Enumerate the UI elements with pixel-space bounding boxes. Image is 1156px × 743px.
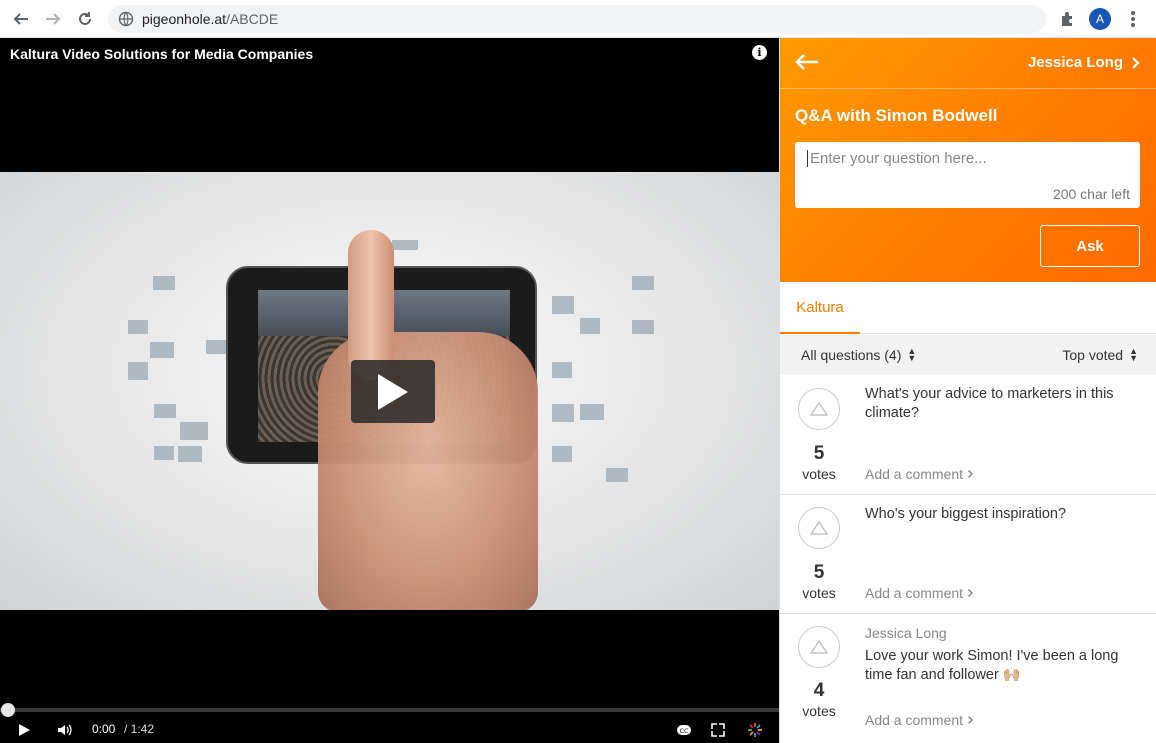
char-counter: 200 char left <box>1052 186 1130 202</box>
votes-label: votes <box>802 585 836 601</box>
user-profile-link[interactable]: Jessica Long <box>1028 54 1140 71</box>
arrow-left-icon <box>13 12 28 25</box>
kaltura-logo-button[interactable] <box>747 722 763 743</box>
back-arrow-icon[interactable] <box>794 52 820 72</box>
captions-button[interactable]: CC <box>676 722 692 743</box>
duration: / 1:42 <box>124 722 155 736</box>
puzzle-extension-icon[interactable] <box>1059 10 1077 28</box>
finger-illustration <box>348 230 394 380</box>
votes-label: votes <box>802 703 836 719</box>
fullscreen-icon <box>711 723 725 737</box>
question-text: Love your work Simon! I've been a long t… <box>865 648 1119 683</box>
progress-knob[interactable] <box>1 703 15 717</box>
play-icon <box>19 724 30 736</box>
tab-kaltura[interactable]: Kaltura <box>780 282 860 334</box>
header-divider <box>780 88 1156 89</box>
filter-label: All questions (4) <box>801 347 902 363</box>
question-author: Jessica Long <box>865 625 947 641</box>
vote-count: 5 <box>813 443 825 464</box>
qa-panel: Jessica Long Q&A with Simon Bodwell 200 … <box>779 38 1156 743</box>
current-time: 0:00 <box>92 722 116 736</box>
question-item: 4 votes Jessica Long Love your work Simo… <box>780 614 1156 743</box>
volume-icon <box>58 724 72 736</box>
session-title: Q&A with Simon Bodwell <box>795 106 998 125</box>
address-bar[interactable]: pigeonhole.at/ABCDE <box>108 5 1046 33</box>
sort-arrows-icon: ▲ ▼ <box>907 346 917 363</box>
forward-button[interactable] <box>42 8 64 30</box>
add-comment-label: Add a comment <box>865 585 964 601</box>
play-icon <box>378 373 408 410</box>
user-name: Jessica Long <box>1027 54 1123 71</box>
question-text: What's your advice to marketers in this … <box>865 386 1114 421</box>
profile-avatar[interactable]: A <box>1089 8 1111 30</box>
sort-arrows-icon: ▲ ▼ <box>1129 346 1138 363</box>
sort-dropdown[interactable]: Top voted ▲ ▼ <box>1062 346 1138 364</box>
globe-icon <box>118 11 134 27</box>
progress-bar[interactable] <box>0 708 779 712</box>
url-path: /ABCDE <box>226 11 279 27</box>
votes-label: votes <box>802 466 836 482</box>
video-title: Kaltura Video Solutions for Media Compan… <box>10 46 314 62</box>
vote-count: 5 <box>813 562 825 583</box>
browser-menu-icon[interactable] <box>1126 10 1140 28</box>
upvote-triangle-icon <box>809 639 829 654</box>
add-comment-link[interactable]: Add a comment <box>865 585 974 601</box>
url-host: pigeonhole.at <box>142 11 227 27</box>
video-player[interactable]: Kaltura Video Solutions for Media Compan… <box>0 38 779 743</box>
info-icon[interactable]: i <box>752 45 767 60</box>
question-input[interactable] <box>807 150 1127 167</box>
add-comment-label: Add a comment <box>865 466 964 482</box>
chevron-right-icon <box>968 588 974 598</box>
reload-button[interactable] <box>74 8 96 30</box>
question-filter-dropdown[interactable]: All questions (4) ▲ ▼ <box>801 346 917 364</box>
add-comment-label: Add a comment <box>865 712 964 728</box>
upvote-button[interactable] <box>798 626 840 668</box>
url-text: pigeonhole.at/ABCDE <box>142 11 278 27</box>
sort-label: Top voted <box>1062 347 1124 363</box>
volume-button[interactable] <box>56 722 72 743</box>
arrow-right-icon <box>46 12 61 25</box>
add-comment-link[interactable]: Add a comment <box>865 712 974 728</box>
upvote-triangle-icon <box>809 520 829 535</box>
vote-count: 4 <box>813 680 825 701</box>
closed-captions-icon: CC <box>677 725 691 735</box>
back-button[interactable] <box>10 8 32 30</box>
reload-icon <box>79 11 91 25</box>
big-play-button[interactable] <box>351 360 435 423</box>
qa-header: Jessica Long Q&A with Simon Bodwell 200 … <box>780 38 1156 282</box>
upvote-button[interactable] <box>798 388 840 430</box>
play-button[interactable] <box>16 722 32 743</box>
question-box: 200 char left <box>795 142 1140 208</box>
video-frame[interactable] <box>0 172 779 610</box>
add-comment-link[interactable]: Add a comment <box>865 466 974 482</box>
filter-bar: All questions (4) ▲ ▼ Top voted ▲ ▼ <box>780 335 1156 375</box>
question-text: Who's your biggest inspiration? <box>865 506 1067 522</box>
kaltura-logo-icon <box>748 723 762 737</box>
upvote-button[interactable] <box>798 507 840 549</box>
tab-bar: Kaltura <box>780 282 1156 334</box>
chevron-right-icon <box>968 715 974 725</box>
upvote-triangle-icon <box>809 401 829 416</box>
ask-button[interactable]: Ask <box>1040 225 1140 267</box>
chevron-right-icon <box>968 469 974 479</box>
svg-text:CC: CC <box>679 727 689 735</box>
question-item: 5 votes Who's your biggest inspiration? … <box>780 495 1156 614</box>
question-item: 5 votes What's your advice to marketers … <box>780 375 1156 495</box>
chevron-right-icon <box>1132 56 1140 69</box>
fullscreen-button[interactable] <box>710 722 726 743</box>
browser-toolbar: pigeonhole.at/ABCDE A <box>0 0 1156 38</box>
